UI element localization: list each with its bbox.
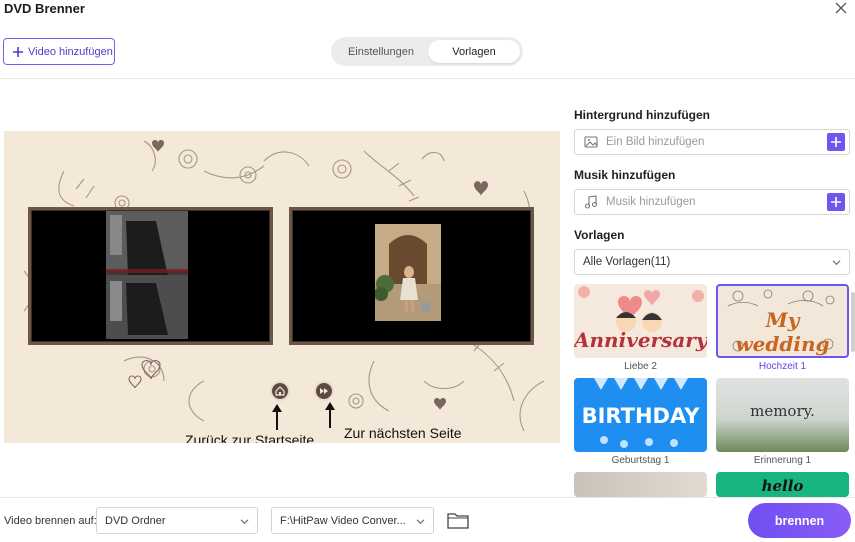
template-label: Geburtstag 1 bbox=[611, 455, 670, 466]
video-thumbnail-1 bbox=[106, 211, 188, 339]
window-title: DVD Brenner bbox=[4, 1, 85, 16]
template-erinnerung-1[interactable]: memory. bbox=[716, 378, 849, 452]
header-divider bbox=[0, 78, 855, 79]
tab-templates[interactable]: Vorlagen bbox=[428, 40, 520, 63]
output-type-dropdown[interactable]: DVD Ordner bbox=[96, 507, 258, 534]
template-label: Hochzeit 1 bbox=[758, 361, 807, 372]
dvd-burner-window: DVD Brenner Video hinzufügen Einstellung… bbox=[0, 0, 855, 542]
arrow-up-icon bbox=[325, 402, 335, 428]
template-item-5[interactable] bbox=[574, 472, 707, 497]
next-page-button[interactable] bbox=[314, 381, 334, 401]
template-filter-dropdown[interactable]: Alle Vorlagen(11) bbox=[574, 249, 850, 275]
menu-preview: Zurück zur Startseite Zur nächsten Seite bbox=[4, 131, 560, 443]
template-liebe-2[interactable]: Anniversary bbox=[574, 284, 707, 358]
output-type-value: DVD Ordner bbox=[105, 514, 166, 527]
templates-section-title: Vorlagen bbox=[574, 228, 625, 242]
folder-icon[interactable] bbox=[447, 511, 469, 529]
burn-to-label: Video brennen auf: bbox=[4, 515, 97, 527]
tab-switch: Einstellungen Vorlagen bbox=[331, 37, 523, 66]
music-note-icon bbox=[584, 195, 598, 209]
burn-button[interactable]: brennen bbox=[748, 503, 851, 538]
tab-settings[interactable]: Einstellungen bbox=[334, 40, 428, 63]
template-art-text: My wedding bbox=[735, 308, 830, 356]
caption-next: Zur nächsten Seite bbox=[344, 425, 462, 441]
output-path-value: F:\HitPaw Video Conver... bbox=[280, 514, 406, 527]
video-frame-2[interactable] bbox=[289, 207, 534, 345]
template-art-text: BIRTHDAY bbox=[581, 404, 700, 428]
plus-icon bbox=[831, 137, 841, 147]
home-icon bbox=[275, 386, 285, 396]
home-button[interactable] bbox=[270, 381, 290, 401]
template-geburtstag-1[interactable]: BIRTHDAY bbox=[574, 378, 707, 452]
template-art-text: Anniversary bbox=[574, 328, 707, 352]
template-hochzeit-1[interactable]: My wedding bbox=[716, 284, 849, 358]
chevron-down-icon bbox=[416, 519, 425, 525]
output-path-dropdown[interactable]: F:\HitPaw Video Conver... bbox=[271, 507, 434, 534]
add-video-label: Video hinzufügen bbox=[28, 45, 113, 58]
template-art-text: hello bbox=[761, 477, 804, 495]
add-background-button[interactable] bbox=[827, 133, 845, 151]
video-thumbnail-2 bbox=[375, 224, 441, 321]
background-section-title: Hintergrund hinzufügen bbox=[574, 108, 710, 122]
template-scrollbar[interactable] bbox=[851, 292, 855, 352]
arrow-up-icon bbox=[272, 404, 282, 430]
add-video-button[interactable]: Video hinzufügen bbox=[3, 38, 115, 65]
fast-forward-icon bbox=[320, 388, 328, 394]
plus-icon bbox=[831, 197, 841, 207]
background-image-field[interactable]: Ein Bild hinzufügen bbox=[574, 129, 850, 155]
close-icon[interactable] bbox=[833, 0, 849, 16]
template-label: Liebe 2 bbox=[624, 361, 657, 372]
template-label: Erinnerung 1 bbox=[753, 455, 812, 466]
image-icon bbox=[584, 136, 598, 148]
music-section-title: Musik hinzufügen bbox=[574, 168, 676, 182]
background-placeholder: Ein Bild hinzufügen bbox=[606, 136, 705, 148]
chevron-down-icon bbox=[832, 260, 841, 266]
footer-divider bbox=[0, 497, 855, 498]
video-frame-1[interactable] bbox=[28, 207, 273, 345]
plus-icon bbox=[13, 46, 23, 57]
template-filter-value: Alle Vorlagen(11) bbox=[583, 256, 671, 268]
chevron-down-icon bbox=[240, 519, 249, 525]
template-item-6[interactable]: hello bbox=[716, 472, 849, 497]
template-art-text: memory. bbox=[750, 402, 815, 420]
music-placeholder: Musik hinzufügen bbox=[606, 196, 696, 208]
music-field[interactable]: Musik hinzufügen bbox=[574, 189, 850, 215]
add-music-button[interactable] bbox=[827, 193, 845, 211]
caption-home: Zurück zur Startseite bbox=[185, 432, 315, 443]
